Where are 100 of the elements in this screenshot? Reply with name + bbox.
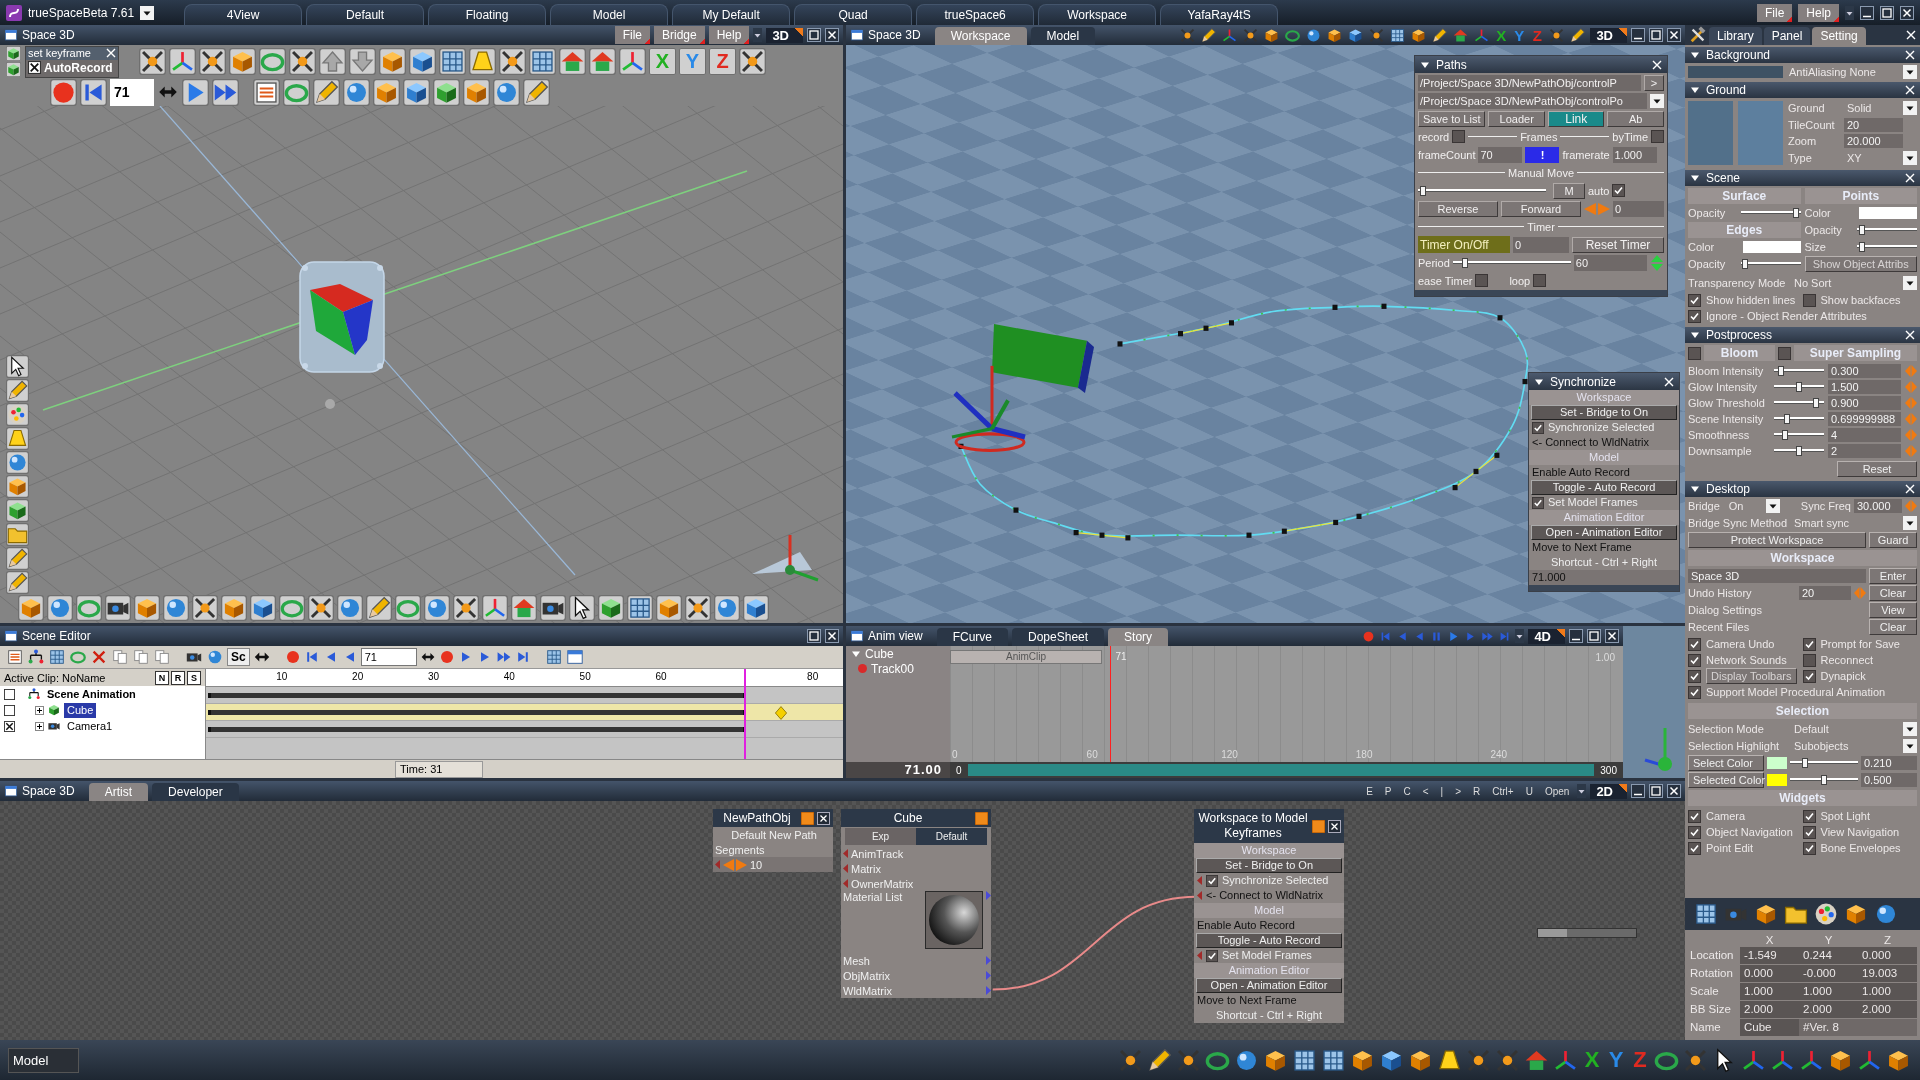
- folder-icon[interactable]: [6, 523, 29, 546]
- setting-button[interactable]: Clear: [1869, 584, 1917, 601]
- grid-icon[interactable]: [1389, 26, 1407, 44]
- checkbox[interactable]: [1532, 496, 1544, 509]
- color-swatch[interactable]: [1738, 101, 1783, 165]
- tangent-handle[interactable]: [1073, 529, 1131, 541]
- cross-icon[interactable]: [1548, 26, 1566, 44]
- value-field[interactable]: 30.000: [1853, 498, 1902, 513]
- control-point[interactable]: [1099, 532, 1105, 538]
- view-tab[interactable]: Artist: [88, 783, 149, 801]
- toolbar-button[interactable]: <: [1418, 785, 1433, 797]
- action-button[interactable]: Set - Bridge to On: [1531, 405, 1677, 420]
- reset-timer-button[interactable]: Reset Timer: [1572, 236, 1664, 253]
- checkbox[interactable]: [1206, 874, 1218, 887]
- close-icon[interactable]: [817, 811, 830, 825]
- enter-button[interactable]: Enter: [1869, 567, 1917, 584]
- menu-item[interactable]: File: [614, 26, 650, 44]
- checkbox[interactable]: [1688, 685, 1701, 699]
- toolbar-button[interactable]: Ctrl+: [1488, 785, 1518, 797]
- name-field[interactable]: Cube: [1740, 1019, 1799, 1036]
- cube-model[interactable]: [299, 261, 385, 373]
- cube-icon[interactable]: [433, 78, 460, 106]
- grid-icon[interactable]: [529, 48, 556, 75]
- checkbox[interactable]: [1802, 841, 1816, 855]
- action-button[interactable]: Open - Animation Editor: [1531, 525, 1677, 540]
- house-icon[interactable]: [589, 48, 616, 75]
- dropdown-field[interactable]: Default: [1791, 722, 1900, 735]
- tree-item[interactable]: Camera1: [64, 718, 116, 734]
- axis-button[interactable]: X: [1581, 1047, 1603, 1073]
- color-button[interactable]: Select Color: [1688, 754, 1764, 771]
- control-point[interactable]: [958, 443, 964, 449]
- cube-icon[interactable]: [403, 78, 430, 106]
- close-icon[interactable]: [825, 28, 839, 42]
- checkbox[interactable]: [1688, 346, 1701, 360]
- setting-button[interactable]: View: [1869, 601, 1917, 618]
- layout-tab[interactable]: Default: [306, 4, 425, 25]
- checkbox[interactable]: [4, 704, 15, 716]
- ring-icon[interactable]: [395, 595, 421, 621]
- toolbar-button[interactable]: E: [1362, 785, 1377, 797]
- table-cell[interactable]: 0.000: [1858, 947, 1917, 964]
- toolbar-button[interactable]: U: [1521, 785, 1537, 797]
- pencil-icon[interactable]: [1569, 26, 1587, 44]
- clip-mode-button[interactable]: N: [155, 670, 169, 685]
- setting-button[interactable]: Clear: [1869, 618, 1917, 635]
- menu-item[interactable]: Help: [1798, 3, 1839, 22]
- value-field[interactable]: 70: [1478, 146, 1523, 163]
- protect-workspace-button[interactable]: Protect Workspace: [1688, 531, 1866, 548]
- cross-icon[interactable]: [289, 48, 316, 75]
- checkbox[interactable]: [28, 61, 41, 74]
- close-icon[interactable]: [1667, 784, 1681, 798]
- frame-field[interactable]: 71: [110, 78, 154, 106]
- action-button[interactable]: Toggle - Auto Record: [1531, 480, 1677, 495]
- cursor-icon[interactable]: [6, 355, 29, 378]
- table-cell[interactable]: 2.000: [1858, 1001, 1917, 1018]
- toolbar-button[interactable]: >: [1451, 785, 1466, 797]
- dropdown-field[interactable]: Smart sync: [1791, 516, 1900, 529]
- tree-item[interactable]: Cube: [64, 702, 97, 718]
- cube-icon[interactable]: [598, 595, 624, 621]
- value-field[interactable]: 0.500: [1861, 772, 1917, 787]
- move-button[interactable]: M: [1553, 182, 1585, 199]
- caret-down-icon[interactable]: [1845, 5, 1854, 20]
- dropdown-field[interactable]: Solid: [1844, 101, 1903, 116]
- apply-button[interactable]: !: [1525, 146, 1560, 163]
- close-icon[interactable]: [825, 629, 839, 643]
- restore-icon[interactable]: [807, 28, 821, 42]
- value-field[interactable]: 1.000: [1612, 146, 1657, 163]
- table-cell[interactable]: 1.000: [1858, 983, 1917, 1000]
- tree-item[interactable]: Track00: [871, 661, 914, 676]
- control-point[interactable]: [1473, 468, 1479, 475]
- restore-icon[interactable]: [1649, 784, 1663, 798]
- checkbox[interactable]: [1688, 293, 1701, 307]
- control-point[interactable]: [1381, 303, 1387, 309]
- checkbox[interactable]: [1533, 274, 1547, 287]
- panel-button[interactable]: Link: [1548, 110, 1605, 127]
- axis-button[interactable]: Y: [1512, 26, 1527, 44]
- cross-icon[interactable]: [139, 48, 166, 75]
- copy-icon[interactable]: [111, 648, 129, 666]
- transform-gizmo[interactable]: [951, 365, 1026, 453]
- axis-button[interactable]: Z: [1629, 1047, 1651, 1073]
- axes-icon[interactable]: [619, 48, 646, 75]
- cube-icon[interactable]: [6, 499, 29, 522]
- pencil-icon[interactable]: [6, 379, 29, 402]
- value-field[interactable]: 20: [1844, 117, 1903, 132]
- view-tab[interactable]: Developer: [152, 783, 239, 801]
- cross-icon[interactable]: [499, 48, 526, 75]
- table-cell[interactable]: 0.244: [1799, 947, 1858, 964]
- caret-down-icon[interactable]: [1515, 629, 1525, 643]
- tangent-handle[interactable]: [1178, 320, 1234, 337]
- checkbox[interactable]: [1802, 653, 1816, 667]
- toolbar-button[interactable]: |: [1436, 785, 1448, 797]
- skip-back-icon[interactable]: [80, 78, 107, 106]
- slider-thumb[interactable]: [1796, 446, 1802, 456]
- view-tab[interactable]: DopeSheet: [1012, 628, 1105, 646]
- slider-thumb[interactable]: [1781, 430, 1788, 440]
- value-field[interactable]: 0: [1613, 200, 1664, 217]
- collapse-arrow-icon[interactable]: [1690, 330, 1700, 340]
- panel-button[interactable]: Loader: [1488, 110, 1545, 127]
- slider-thumb[interactable]: [1792, 208, 1799, 218]
- axis-gizmo[interactable]: [752, 535, 819, 582]
- value-field[interactable]: 0: [1513, 236, 1569, 253]
